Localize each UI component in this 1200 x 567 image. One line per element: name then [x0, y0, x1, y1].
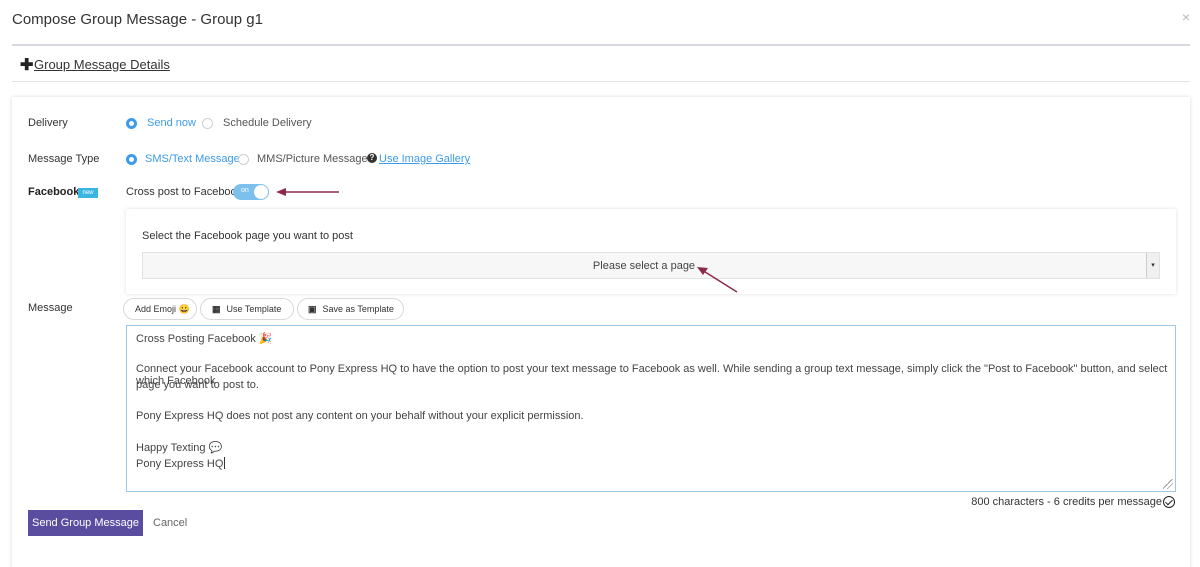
resize-grip-icon[interactable]	[1163, 479, 1173, 489]
save-as-template-label: Save as Template	[322, 304, 394, 314]
send-now-label[interactable]: Send now	[147, 117, 196, 129]
message-line: Cross Posting Facebook 🎉	[136, 333, 273, 345]
message-line: Pony Express HQ	[136, 458, 224, 470]
delivery-label: Delivery	[28, 117, 68, 129]
use-template-label: Use Template	[226, 304, 282, 314]
toggle-on-text: on	[241, 187, 249, 194]
schedule-delivery-radio[interactable]	[202, 118, 213, 129]
group-message-details-bar[interactable]: ✚ Group Message Details	[12, 44, 1190, 82]
save-icon: ▣	[308, 304, 317, 314]
message-line: Pony Express HQ does not post any conten…	[136, 410, 584, 422]
cross-post-label: Cross post to Facebook	[126, 186, 243, 198]
facebook-page-select-value: Please select a page	[592, 260, 696, 272]
facebook-label: Facebook	[28, 186, 80, 198]
use-template-button[interactable]: ▦ Use Template	[200, 298, 294, 320]
toggle-knob	[254, 185, 268, 199]
send-now-radio[interactable]	[126, 118, 137, 129]
message-label: Message	[28, 302, 73, 314]
message-line: page you want to post to.	[136, 379, 259, 391]
grid-icon: ▦	[212, 304, 221, 314]
cross-post-toggle[interactable]: on	[233, 184, 269, 200]
facebook-page-box: Select the Facebook page you want to pos…	[126, 209, 1176, 294]
facebook-page-select[interactable]: Please select a page ▾	[142, 252, 1160, 279]
message-line: Connect your Facebook account to Pony Ex…	[136, 363, 1168, 387]
mms-label[interactable]: MMS/Picture Message	[257, 153, 368, 165]
text-caret	[224, 457, 226, 469]
sms-label[interactable]: SMS/Text Message	[145, 153, 240, 165]
message-type-label: Message Type	[28, 153, 100, 165]
character-counter: 800 characters - 6 credits per message	[971, 496, 1162, 508]
mms-radio[interactable]	[238, 154, 249, 165]
help-icon[interactable]: ?	[367, 153, 377, 163]
add-emoji-label: Add Emoji 😀	[135, 304, 190, 314]
message-textarea[interactable]: Cross Posting Facebook 🎉 Connect your Fa…	[126, 325, 1176, 492]
chevron-down-icon[interactable]: ▾	[1146, 253, 1159, 278]
group-message-details-link[interactable]: Group Message Details	[34, 57, 170, 72]
dialog-title: Compose Group Message - Group g1	[12, 11, 263, 28]
schedule-delivery-label[interactable]: Schedule Delivery	[223, 117, 312, 129]
facebook-page-prompt: Select the Facebook page you want to pos…	[142, 230, 353, 242]
send-group-message-button[interactable]: Send Group Message	[28, 510, 143, 536]
save-as-template-button[interactable]: ▣ Save as Template	[297, 298, 404, 320]
new-badge: new	[78, 188, 98, 198]
sms-radio[interactable]	[126, 154, 137, 165]
cancel-link[interactable]: Cancel	[153, 517, 187, 529]
check-circle-icon	[1163, 496, 1175, 508]
close-icon[interactable]: ×	[1182, 10, 1190, 24]
message-line: Happy Texting 💬	[136, 442, 223, 454]
use-image-gallery-link[interactable]: Use Image Gallery	[379, 153, 470, 165]
message-last-line: Pony Express HQ	[136, 457, 226, 470]
add-emoji-button[interactable]: Add Emoji 😀	[123, 298, 197, 320]
plus-icon: ✚	[20, 57, 34, 74]
